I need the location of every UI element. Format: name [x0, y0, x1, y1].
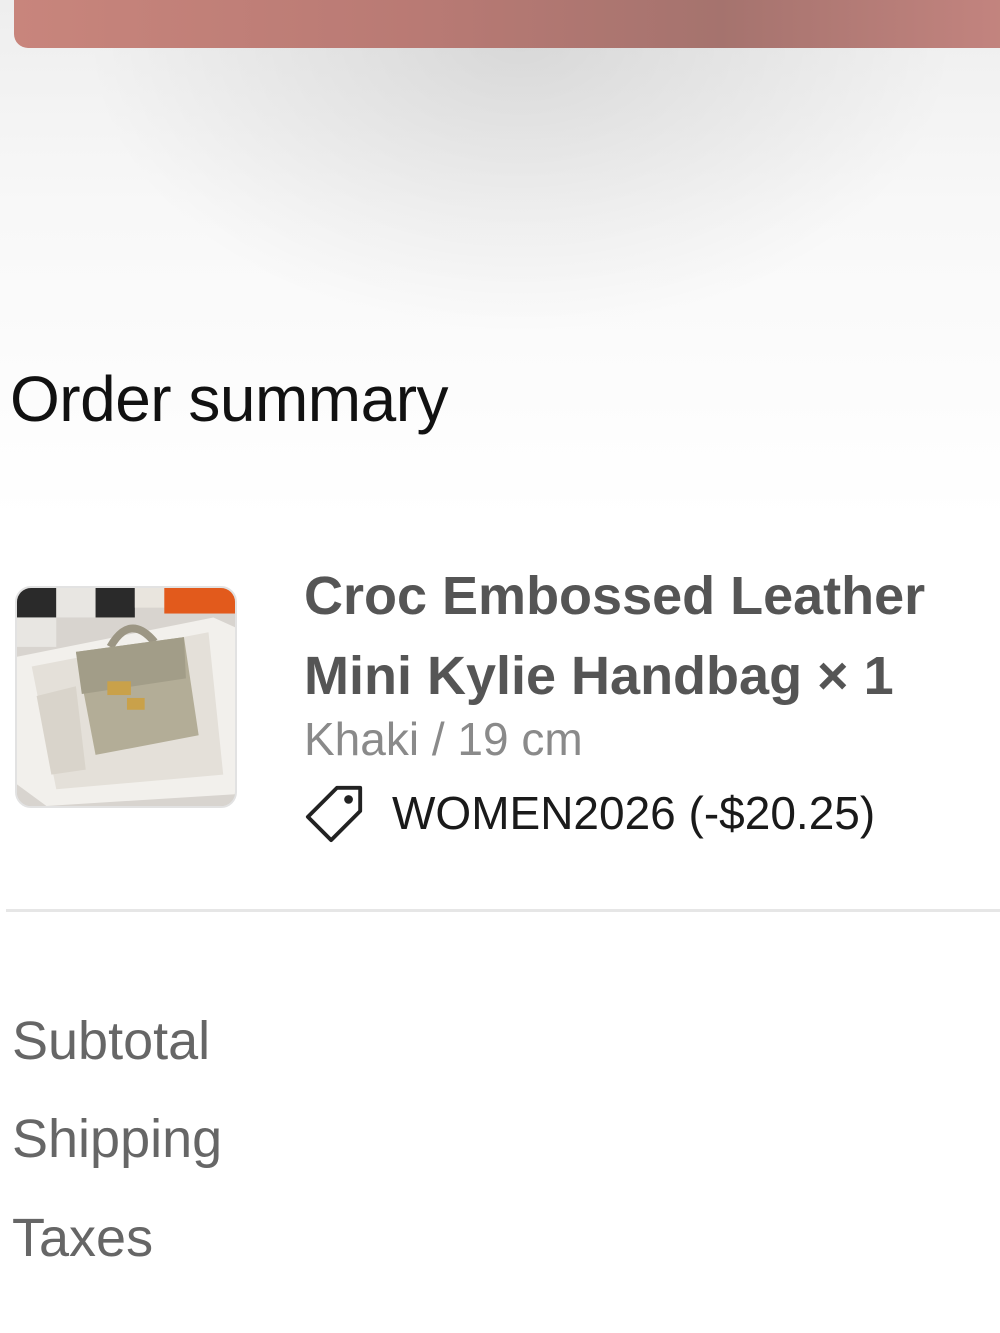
product-name: Croc Embossed Leather Mini Kylie Handbag… [304, 566, 926, 706]
handbag-image [17, 588, 235, 806]
discount-code: WOMEN2026 (-$20.25) [392, 787, 876, 839]
top-background-shade [0, 0, 1000, 520]
discount-row: WOMEN2026 (-$20.25) [304, 780, 875, 846]
checkout-button[interactable] [14, 0, 1000, 48]
subtotal-label: Subtotal [12, 1011, 211, 1071]
product-variant: Khaki / 19 cm [304, 713, 583, 765]
shipping-label: Shipping [12, 1109, 223, 1169]
order-summary-title: Order summary [10, 363, 449, 435]
divider [6, 909, 1000, 912]
taxes-label: Taxes [12, 1208, 154, 1268]
tag-icon [304, 782, 366, 844]
product-thumbnail [15, 586, 237, 808]
